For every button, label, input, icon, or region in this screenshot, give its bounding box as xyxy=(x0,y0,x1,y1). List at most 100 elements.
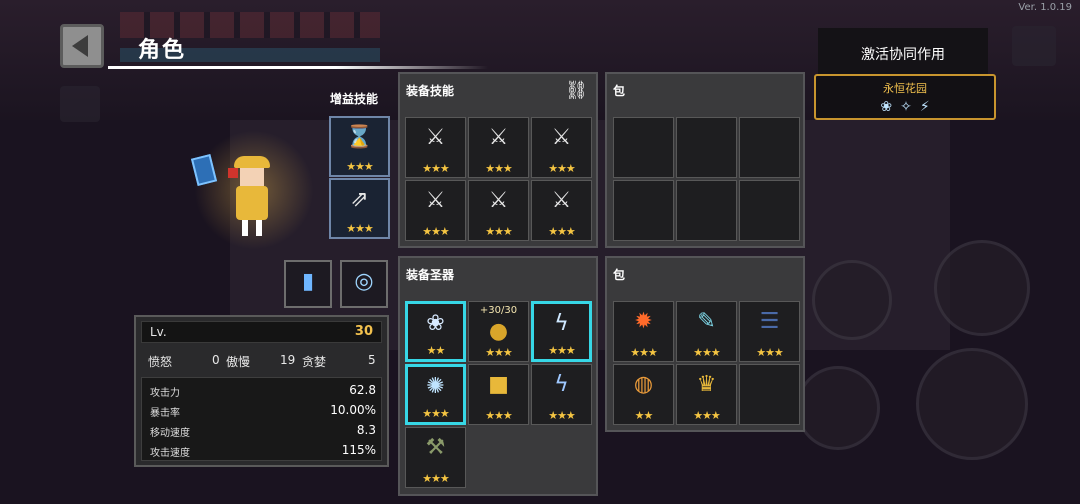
relic-bag-title: 包 xyxy=(613,268,626,282)
relic-bag-slot[interactable]: ♛ ★★★ xyxy=(676,364,737,425)
background-attack-button xyxy=(916,348,1028,460)
star-rating: ★★ xyxy=(426,344,446,357)
relic-bag-slot[interactable]: ✹ ★★★ xyxy=(613,301,674,362)
star-rating: ★★★ xyxy=(422,407,450,420)
sparkle-icon: ✧ xyxy=(900,99,912,115)
attribute-value: 8.3 xyxy=(356,423,376,437)
equip-relics-title: 装备圣器 xyxy=(406,268,455,282)
equip-relics-panel: 装备圣器 ❀ ★★ +30/30 ● ★★★ ϟ ★★★ ✺ ★★★ ■ ★★★… xyxy=(398,256,598,496)
equipped-relic-slot[interactable]: ✺ ★★★ xyxy=(405,364,466,425)
star-rating: ★★★ xyxy=(548,344,576,357)
sin-name: 傲慢 xyxy=(226,355,251,369)
background-skill-button xyxy=(812,260,892,340)
relic-bag-slot[interactable] xyxy=(739,364,800,425)
back-button[interactable] xyxy=(60,24,104,68)
equipped-relic-slot[interactable]: ■ ★★★ xyxy=(468,364,529,425)
synergy-set-card[interactable]: 永恒花园 ❀ ✧ ⚡ xyxy=(814,74,996,120)
background-button xyxy=(1012,26,1056,66)
level-label: Lv. xyxy=(150,325,167,339)
sin-value: 0 xyxy=(212,353,220,367)
background-joystick xyxy=(934,240,1030,336)
flower-icon: ❀ xyxy=(880,99,893,115)
sword-skill-icon: ⚔ xyxy=(488,125,509,150)
equipped-relic-slot[interactable]: +30/30 ● ★★★ xyxy=(468,301,529,362)
skill-bag-panel: 包 xyxy=(605,72,805,248)
equipped-skill-slot[interactable]: ⚔ ★★★ xyxy=(468,117,529,178)
star-rating: ★★ xyxy=(634,409,654,422)
link-icon[interactable]: ⛓ xyxy=(565,80,588,101)
equipped-relic-slot[interactable]: ϟ ★★★ xyxy=(531,301,592,362)
hourglass-icon: ⌛ xyxy=(345,125,374,150)
lifebuoy-item-slot[interactable]: ◎ xyxy=(340,260,388,308)
star-rating: ★★★ xyxy=(693,409,721,422)
attribute-value: 62.8 xyxy=(349,383,376,397)
skill-bag-slot[interactable] xyxy=(676,117,737,178)
attribute-row: 攻击速度 115% xyxy=(150,443,376,462)
star-rating: ★★★ xyxy=(548,225,576,238)
synergy-set-name: 永恒花园 xyxy=(883,82,927,95)
equipped-skill-slot[interactable]: ⚔ ★★★ xyxy=(405,117,466,178)
relic-bag-slot[interactable]: ☰ ★★★ xyxy=(739,301,800,362)
relic-bag-slot[interactable]: ✎ ★★★ xyxy=(676,301,737,362)
hat-icon xyxy=(234,156,270,168)
buff-skills-label: 增益技能 xyxy=(330,92,379,106)
skill-bag-slot[interactable] xyxy=(739,180,800,241)
sword-skill-icon: ⚔ xyxy=(425,125,446,150)
star-rating: ★★★ xyxy=(422,225,450,238)
sin-name: 贪婪 xyxy=(302,355,327,369)
background-button xyxy=(60,86,100,122)
star-rating: ★★★ xyxy=(485,346,513,359)
frost-orb-icon: ✺ xyxy=(426,374,445,399)
cannon-icon: ☰ xyxy=(759,309,780,334)
attribute-name: 攻击力 xyxy=(150,388,180,399)
lightning-relic-icon: ϟ xyxy=(554,311,569,336)
attributes-box: 攻击力 62.8 暴击率 10.00% 移动速度 8.3 攻击速度 115% xyxy=(141,377,382,461)
equipped-skill-slot[interactable]: ⚔ ★★★ xyxy=(468,180,529,241)
sword-skill-icon: ⚔ xyxy=(488,188,509,213)
star-rating: ★★★ xyxy=(756,346,784,359)
back-arrow-icon xyxy=(72,35,88,57)
star-rating: ★★★ xyxy=(485,409,513,422)
equipped-skill-slot[interactable]: ⚔ ★★★ xyxy=(531,117,592,178)
lightning-icon: ⚡ xyxy=(919,99,930,115)
flower-relic-icon: ❀ xyxy=(426,311,445,336)
title-underline xyxy=(108,66,488,69)
stack-count: +30/30 xyxy=(479,305,518,316)
skill-bag-slot[interactable] xyxy=(613,117,674,178)
level-row: Lv. 30 xyxy=(141,321,382,343)
arrow-up-icon: ⇗ xyxy=(350,187,369,212)
card-item-slot[interactable]: ▮ xyxy=(284,260,332,308)
sword-skill-icon: ⚔ xyxy=(551,188,572,213)
star-rating: ★★★ xyxy=(630,346,658,359)
fire-orb-icon: ✹ xyxy=(634,309,653,334)
sword-skill-icon: ⚔ xyxy=(425,188,446,213)
sin-value: 5 xyxy=(368,353,376,367)
attribute-name: 暴击率 xyxy=(150,408,180,419)
equipped-skill-slot[interactable]: ⚔ ★★★ xyxy=(405,180,466,241)
lightning-relic-icon: ϟ xyxy=(554,372,569,397)
star-rating: ★★★ xyxy=(485,162,513,175)
attribute-row: 移动速度 8.3 xyxy=(150,423,376,442)
skill-bag-slot[interactable] xyxy=(676,180,737,241)
background-skill-button xyxy=(796,366,880,450)
trophy-icon: ♛ xyxy=(696,372,717,397)
equipped-relic-slot[interactable]: ⚒ ★★★ xyxy=(405,427,466,488)
star-rating: ★★★ xyxy=(346,160,374,173)
skill-bag-slot[interactable] xyxy=(739,117,800,178)
star-rating: ★★★ xyxy=(422,472,450,485)
skill-bag-title: 包 xyxy=(613,84,626,98)
attribute-row: 暴击率 10.00% xyxy=(150,403,376,422)
star-rating: ★★★ xyxy=(485,225,513,238)
equip-skills-panel: 装备技能 ⛓ ⚔ ★★★ ⚔ ★★★ ⚔ ★★★ ⚔ ★★★ ⚔ ★★★ ⚔ ★… xyxy=(398,72,598,248)
attribute-value: 10.00% xyxy=(330,403,376,417)
buff-skill-slot[interactable]: ⇗ ★★★ xyxy=(329,178,390,239)
buff-skill-slot[interactable]: ⌛ ★★★ xyxy=(329,116,390,177)
equipped-skill-slot[interactable]: ⚔ ★★★ xyxy=(531,180,592,241)
skill-bag-slot[interactable] xyxy=(613,180,674,241)
sin-stats-row: 愤怒 0 傲慢 19 贪婪 5 xyxy=(148,353,378,371)
equipped-relic-slot[interactable]: ❀ ★★ xyxy=(405,301,466,362)
equipped-relic-slot[interactable]: ϟ ★★★ xyxy=(531,364,592,425)
relic-bag-slot[interactable]: ◍ ★★ xyxy=(613,364,674,425)
sword-skill-icon: ⚔ xyxy=(551,125,572,150)
synergy-icons: ❀ ✧ ⚡ xyxy=(816,98,994,116)
